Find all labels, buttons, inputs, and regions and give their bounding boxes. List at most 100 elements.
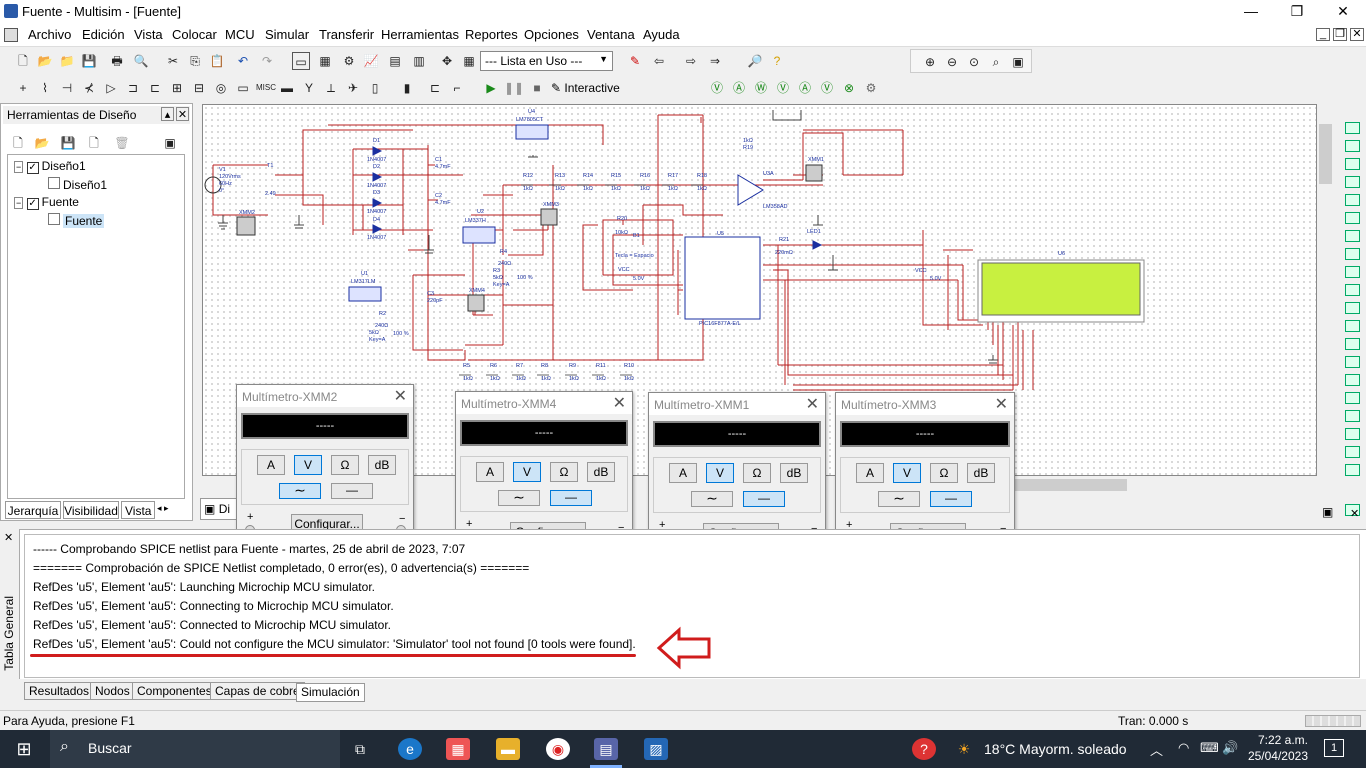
instrument-bode-plotter-icon[interactable] (1345, 212, 1360, 224)
toolbox-close-icon[interactable]: ✕ (176, 107, 189, 121)
weather-text[interactable]: 18°C Mayorm. soleado (984, 741, 1127, 757)
tray-chevron-up-icon[interactable]: ︿ (1150, 740, 1163, 759)
erc-icon[interactable]: ✎ (626, 52, 644, 70)
new-sheet-icon[interactable]: 🗋 (85, 134, 103, 152)
toolbox-settings-icon[interactable]: ▣ (161, 134, 179, 152)
open-icon[interactable]: 📂 (36, 52, 54, 70)
instrument-spectrum-analyzer-icon[interactable] (1345, 338, 1360, 350)
cut-icon[interactable]: ✂ (164, 52, 182, 70)
menu-edicion[interactable]: Edición (82, 27, 125, 42)
back-annotate-icon[interactable]: ⇦ (650, 52, 668, 70)
menu-ventana[interactable]: Ventana (587, 27, 635, 42)
clock-date[interactable]: 25/04/2023 (1240, 749, 1308, 763)
place-power-icon[interactable]: ▭ (234, 79, 252, 97)
instrument-agilent-icon[interactable] (1345, 374, 1360, 386)
menu-ayuda[interactable]: Ayuda (643, 27, 680, 42)
mdi-restore-icon[interactable]: ❐ (1333, 28, 1347, 41)
close-icon[interactable]: ✕ (394, 386, 407, 406)
component-wizard-icon[interactable]: ▤ (386, 52, 404, 70)
probe-diff-icon[interactable]: Ⓥ (774, 79, 792, 97)
voltmeter-button[interactable]: V (294, 455, 322, 475)
menu-reportes[interactable]: Reportes (465, 27, 518, 42)
print-icon[interactable]: 🖶 (108, 52, 126, 70)
delete-icon[interactable]: 🗑 (113, 134, 131, 152)
zoom-in-icon[interactable]: ⊕ (921, 53, 939, 71)
close-button[interactable]: ✕ (1320, 0, 1366, 23)
help-badge-icon[interactable]: ? (912, 738, 936, 760)
stop-icon[interactable]: ■ (528, 79, 546, 97)
instrument-oscilloscope-icon[interactable] (1345, 176, 1360, 188)
place-ttl-icon[interactable]: ⊐ (124, 79, 142, 97)
instrument-wattmeter-icon[interactable] (1345, 158, 1360, 170)
instrument-labview-icon[interactable] (1345, 410, 1360, 422)
multisim-taskbar-icon[interactable]: ▤ (594, 738, 618, 760)
place-advanced-icon[interactable]: ▬ (278, 79, 296, 97)
place-wire-icon[interactable]: ⌐ (448, 79, 466, 97)
place-cmos-icon[interactable]: ⊏ (146, 79, 164, 97)
mdi-minimize-icon[interactable]: _ (1316, 28, 1330, 41)
instrument-multimeter-icon[interactable] (1345, 122, 1360, 134)
close-icon[interactable]: ✕ (613, 393, 626, 413)
tab-scroll-icon[interactable]: ◂ ▸ (157, 503, 169, 514)
print-preview-icon[interactable]: 🔍 (132, 52, 150, 70)
save-icon[interactable]: 💾 (80, 52, 98, 70)
instrument-iv-analyzer-icon[interactable] (1345, 302, 1360, 314)
new-design-icon[interactable]: 🗋 (9, 134, 27, 152)
tab-vista[interactable]: Vista d (121, 501, 155, 519)
menu-transferir[interactable]: Transferir (319, 27, 374, 42)
photos-icon[interactable]: ▨ (644, 738, 668, 760)
minimize-button[interactable]: — (1228, 0, 1274, 23)
tab-nodos[interactable]: Nodos (90, 682, 135, 700)
store-icon[interactable]: ▦ (446, 738, 470, 760)
probe-digital-icon[interactable]: Ⓥ (818, 79, 836, 97)
place-misc-digital-icon[interactable]: ⊞ (168, 79, 186, 97)
help-icon[interactable]: ? (768, 52, 786, 70)
instrument-tektronix-icon[interactable] (1345, 392, 1360, 404)
tab-visibilidad[interactable]: Visibilidad (63, 501, 119, 519)
ac-mode-button[interactable]: ∼ (691, 491, 733, 507)
taskbar-search[interactable]: ⌕ Buscar (50, 730, 340, 768)
instrument-logic-converter-icon[interactable] (1345, 266, 1360, 278)
probe-power-icon[interactable]: Ⓦ (752, 79, 770, 97)
fullscreen-view-icon[interactable]: ▣ (1009, 53, 1027, 71)
menu-herramientas[interactable]: Herramientas (381, 27, 459, 42)
ohmmeter-button[interactable]: Ω (743, 463, 771, 483)
probe-settings-icon[interactable]: ⊗ (840, 79, 858, 97)
interactive-label[interactable]: ✎ Interactive (551, 81, 620, 95)
place-transistor-icon[interactable]: ⊀ (80, 79, 98, 97)
ammeter-button[interactable]: A (257, 455, 285, 475)
forward-annotate-icon[interactable]: ⇨ (682, 52, 700, 70)
ac-mode-button[interactable]: ∼ (878, 491, 920, 507)
probe-voltage-icon[interactable]: Ⓥ (708, 79, 726, 97)
output-close-icon[interactable]: ✕ (4, 531, 13, 544)
ime-icon[interactable]: ⌨ (1200, 740, 1219, 756)
maximize-button[interactable]: ❐ (1274, 0, 1320, 23)
tab-resultados[interactable]: Resultados (24, 682, 95, 700)
weather-icon[interactable]: ☀ (952, 738, 976, 760)
close-icon[interactable]: ✕ (995, 394, 1008, 414)
vscroll-thumb[interactable] (1319, 124, 1332, 184)
place-source-icon[interactable]: + (14, 79, 32, 97)
fullscreen-icon[interactable]: ▭ (292, 52, 310, 70)
place-electromech-icon[interactable]: ⟂ (322, 79, 340, 97)
place-diode-icon[interactable]: ⊣ (58, 79, 76, 97)
place-mixed-icon[interactable]: ⊟ (190, 79, 208, 97)
decibel-button[interactable]: dB (587, 462, 615, 482)
windows-start-icon[interactable]: ⊞ (12, 738, 36, 760)
ammeter-button[interactable]: A (669, 463, 697, 483)
instrument-network-analyzer-icon[interactable] (1345, 356, 1360, 368)
dc-mode-button[interactable]: — (743, 491, 785, 507)
copy-icon[interactable]: ⎘ (186, 52, 204, 70)
instrument-current-probe-icon[interactable] (1345, 428, 1360, 440)
clock-time[interactable]: 7:22 a.m. (1248, 733, 1308, 747)
new-icon[interactable]: 🗋 (14, 52, 32, 70)
decibel-button[interactable]: dB (368, 455, 396, 475)
find-icon[interactable]: 🔎 (746, 52, 764, 70)
instrument-extra-icon[interactable] (1345, 464, 1360, 476)
instrument-logic-analyzer-icon[interactable] (1345, 284, 1360, 296)
ammeter-button[interactable]: A (856, 463, 884, 483)
toolbox-pin-icon[interactable]: ▴ (161, 107, 174, 121)
schematic-tab[interactable]: ▣ Di (200, 498, 240, 520)
postprocessor-icon[interactable]: ▥ (410, 52, 428, 70)
edge-icon[interactable]: e (398, 738, 422, 760)
